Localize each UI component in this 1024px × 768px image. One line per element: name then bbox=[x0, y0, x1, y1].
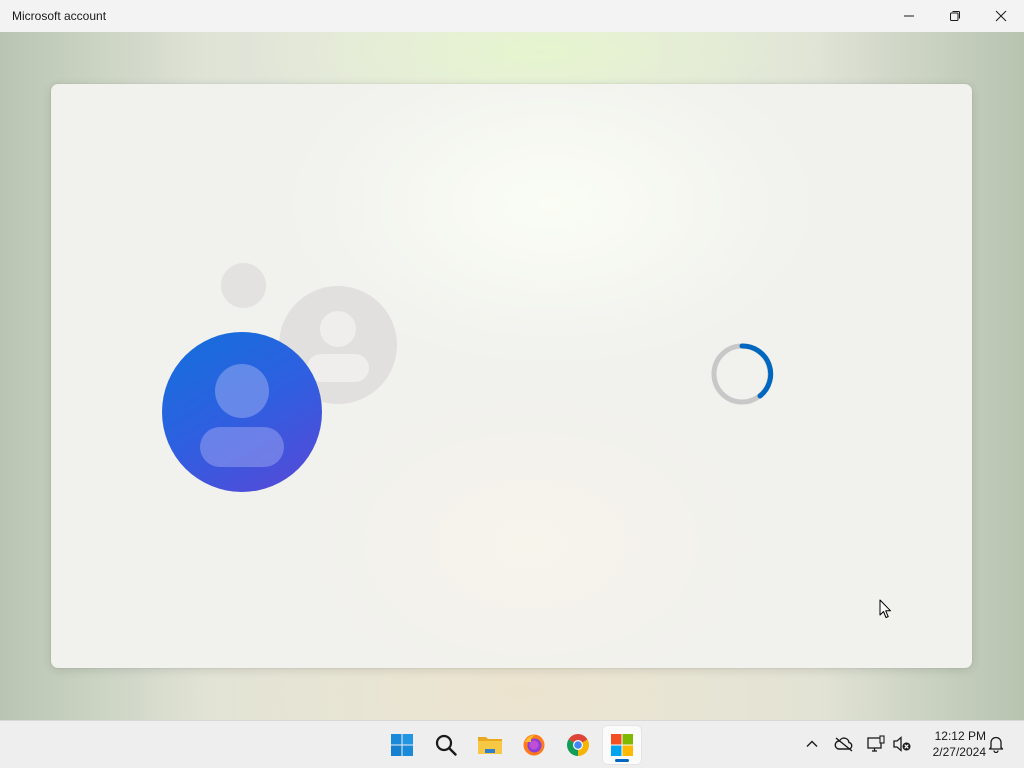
title-bar: Microsoft account bbox=[0, 0, 1024, 32]
chevron-up-icon bbox=[806, 740, 818, 747]
mouse-cursor-icon bbox=[879, 599, 891, 618]
chrome-icon bbox=[567, 734, 589, 756]
network-button[interactable] bbox=[865, 733, 887, 755]
close-icon bbox=[995, 10, 1007, 22]
restore-button[interactable] bbox=[932, 0, 978, 32]
folder-icon bbox=[478, 737, 502, 754]
volume-button[interactable] bbox=[891, 733, 913, 755]
windows-logo-icon bbox=[391, 734, 413, 756]
volume-muted-icon bbox=[893, 736, 911, 752]
onedrive-button[interactable] bbox=[833, 733, 855, 755]
minimize-button[interactable] bbox=[886, 0, 932, 32]
restore-icon bbox=[950, 11, 960, 21]
loading-spinner-icon bbox=[711, 343, 774, 405]
taskbar: 12:12 PM 2/27/2024 bbox=[0, 720, 1024, 768]
clock-date: 2/27/2024 bbox=[932, 745, 986, 759]
onedrive-icon bbox=[834, 737, 853, 752]
system-clock[interactable]: 12:12 PM 2/27/2024 bbox=[918, 728, 986, 760]
window-title: Microsoft account bbox=[12, 9, 107, 23]
notifications-button[interactable] bbox=[985, 733, 1007, 755]
clock-time: 12:12 PM bbox=[934, 729, 986, 743]
minimize-icon bbox=[904, 15, 914, 17]
active-app-indicator bbox=[615, 759, 629, 762]
firefox-button[interactable] bbox=[515, 726, 553, 764]
account-avatar-icon bbox=[162, 332, 322, 492]
search-button[interactable] bbox=[427, 726, 465, 764]
close-button[interactable] bbox=[978, 0, 1024, 32]
file-explorer-button[interactable] bbox=[471, 726, 509, 764]
show-hidden-icons-button[interactable] bbox=[801, 733, 823, 755]
store-button[interactable] bbox=[603, 726, 641, 764]
window-controls bbox=[886, 0, 1024, 32]
firefox-icon bbox=[523, 734, 545, 756]
notification-bell-icon bbox=[988, 736, 1004, 753]
search-icon bbox=[435, 734, 457, 756]
store-icon bbox=[611, 734, 633, 756]
chrome-button[interactable] bbox=[559, 726, 597, 764]
network-icon bbox=[867, 735, 885, 752]
start-button[interactable] bbox=[383, 726, 421, 764]
decorative-dot bbox=[221, 263, 266, 308]
